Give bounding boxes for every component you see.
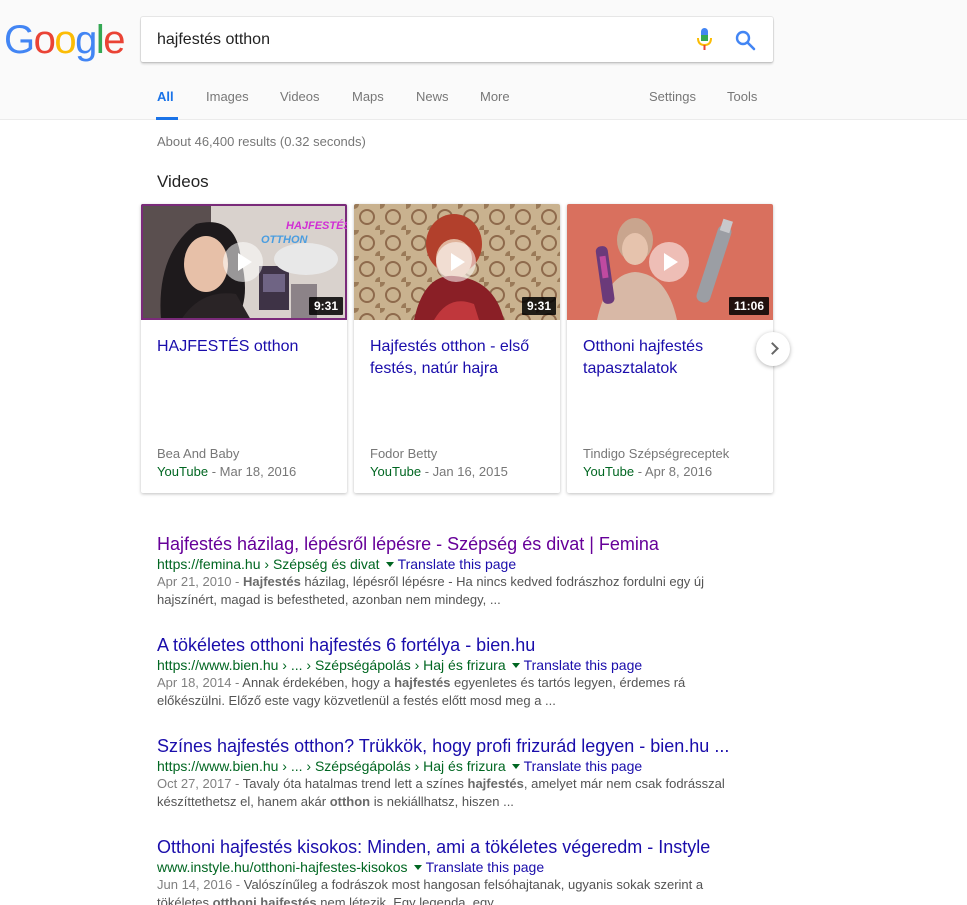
result-title-link[interactable]: Hajfestés házilag, lépésről lépésre - Sz… [157,533,777,555]
snippet-bold: hajfestés [394,675,451,690]
search-input[interactable] [157,17,677,62]
microphone-icon[interactable] [693,27,717,53]
tab-all[interactable]: All [157,89,174,104]
thumb-caption-1: HAJFESTÉS [286,220,347,232]
result-title-link[interactable]: Otthoni hajfestés kisokos: Minden, ami a… [157,836,777,858]
result-url-line: https://www.bien.hu › ... › Szépségápolá… [157,656,777,674]
video-source: YouTube - Mar 18, 2016 [157,464,296,479]
result-url[interactable]: https://femina.hu › Szépség és divat [157,556,380,572]
result-url[interactable]: https://www.bien.hu › ... › Szépségápolá… [157,758,506,774]
thumb-caption-2: OTTHON [261,234,308,246]
video-date: - Jan 16, 2015 [421,464,508,479]
translate-link[interactable]: Translate this page [524,657,643,673]
dropdown-arrow-icon[interactable] [511,763,520,769]
snippet-text: Tavaly óta hatalmas trend lett a színes [242,776,468,791]
video-source-site: YouTube [583,464,635,479]
snippet-text: nem létezik. Egy legenda, egy ... [316,895,509,905]
snippet-text: előkészülni. Előző este vagy közvetlenül… [157,693,556,708]
snippet-text: hajszínért, magad is befestheted, azonba… [157,592,501,607]
video-card[interactable]: 11:06 Otthoni hajfestés tapasztalatok Ti… [567,204,773,493]
video-title-link[interactable]: Otthoni hajfestés tapasztalatok [583,336,763,380]
play-icon[interactable] [223,242,263,282]
snippet-bold: Hajfestés [243,574,301,589]
tab-maps[interactable]: Maps [352,89,384,104]
result-snippet: Apr 21, 2010 - Hajfestés házilag, lépésr… [157,573,747,609]
result-url-line: www.instyle.hu/otthoni-hajfestes-kisokos… [157,858,777,876]
search-result: Színes hajfestés otthon? Trükkök, hogy p… [157,735,777,811]
result-snippet: Oct 27, 2017 - Tavaly óta hatalmas trend… [157,775,747,811]
video-duration: 11:06 [728,297,769,315]
result-date: Apr 18, 2014 - [157,675,243,690]
result-date: Apr 21, 2010 - [157,574,243,589]
video-title-link[interactable]: Hajfestés otthon - első festés, natúr ha… [370,336,550,380]
header: Google All Images Videos Maps News More … [0,0,967,120]
search-result: Otthoni hajfestés kisokos: Minden, ami a… [157,836,777,905]
result-url-line: https://femina.hu › Szépség és divat Tran… [157,555,777,573]
search-result: A tökéletes otthoni hajfestés 6 fortélya… [157,634,777,710]
snippet-text: készíttethetsz el, hanem akár [157,794,330,809]
snippet-text: Annak érdekében, hogy a [242,675,395,690]
result-date: Jun 14, 2016 - [157,877,244,892]
search-box [141,17,773,62]
result-snippet: Jun 14, 2016 - Valószínűleg a fodrászok … [157,876,747,905]
play-icon[interactable] [649,242,689,282]
result-stats: About 46,400 results (0.32 seconds) [157,134,366,149]
video-date: - Mar 18, 2016 [208,464,297,479]
dropdown-arrow-icon[interactable] [385,561,394,567]
result-url[interactable]: https://www.bien.hu › ... › Szépségápolá… [157,657,506,673]
translate-link[interactable]: Translate this page [398,556,517,572]
tab-more[interactable]: More [480,89,510,104]
result-title-link[interactable]: Színes hajfestés otthon? Trükkök, hogy p… [157,735,777,757]
snippet-text: egyenletes és tartós legyen, érdemes rá [450,675,686,690]
video-channel: Bea And Baby [157,446,240,461]
search-result: Hajfestés házilag, lépésről lépésre - Sz… [157,533,777,609]
videos-heading: Videos [157,172,209,191]
video-thumbnail[interactable]: 11:06 [567,204,773,320]
video-source-site: YouTube [370,464,422,479]
tab-news[interactable]: News [416,89,449,104]
video-channel: Fodor Betty [370,446,438,461]
search-tabs: All Images Videos Maps News More Setting… [0,82,967,120]
video-channel: Tindigo Szépségreceptek [583,446,730,461]
snippet-text: is nekiállhatsz, hiszen ... [370,794,514,809]
active-tab-indicator [156,117,178,120]
snippet-bold: otthoni hajfestés [212,895,317,905]
snippet-text: házilag, lépésről lépésre - Ha nincs ked… [300,574,705,589]
dropdown-arrow-icon[interactable] [413,864,422,870]
video-card[interactable]: HAJFESTÉS OTTHON 9:31 HAJFESTÉS otthon B… [141,204,347,493]
video-duration: 9:31 [521,297,556,315]
video-thumbnail[interactable]: HAJFESTÉS OTTHON 9:31 [141,204,347,320]
video-card[interactable]: 9:31 Hajfestés otthon - első festés, nat… [354,204,560,493]
translate-link[interactable]: Translate this page [524,758,643,774]
result-url[interactable]: www.instyle.hu/otthoni-hajfestes-kisokos [157,859,408,875]
tab-videos[interactable]: Videos [280,89,320,104]
result-url-line: https://www.bien.hu › ... › Szépségápolá… [157,757,777,775]
video-date: - Apr 8, 2016 [634,464,713,479]
result-date: Oct 27, 2017 - [157,776,243,791]
video-duration: 9:31 [308,297,343,315]
snippet-bold: otthon [329,794,371,809]
video-source-site: YouTube [157,464,209,479]
video-source: YouTube - Jan 16, 2015 [370,464,508,479]
tools-link[interactable]: Tools [727,89,757,104]
snippet-text: Valószínűleg a fodrászok most hangosan f… [243,877,704,892]
play-icon[interactable] [436,242,476,282]
settings-link[interactable]: Settings [649,89,696,104]
snippet-text: tökéletes [157,895,213,905]
result-snippet: Apr 18, 2014 - Annak érdekében, hogy a h… [157,674,747,710]
video-thumbnail[interactable]: 9:31 [354,204,560,320]
search-icon[interactable] [733,28,757,52]
translate-link[interactable]: Translate this page [426,859,545,875]
result-title-link[interactable]: A tökéletes otthoni hajfestés 6 fortélya… [157,634,777,656]
video-title-link[interactable]: HAJFESTÉS otthon [157,336,337,358]
carousel-next-button[interactable] [756,332,790,366]
snippet-text: , amelyet már nem csak fodrásszal [523,776,725,791]
tab-images[interactable]: Images [206,89,249,104]
snippet-bold: hajfestés [467,776,524,791]
video-source: YouTube - Apr 8, 2016 [583,464,712,479]
dropdown-arrow-icon[interactable] [511,662,520,668]
google-logo[interactable]: Google [4,18,125,63]
